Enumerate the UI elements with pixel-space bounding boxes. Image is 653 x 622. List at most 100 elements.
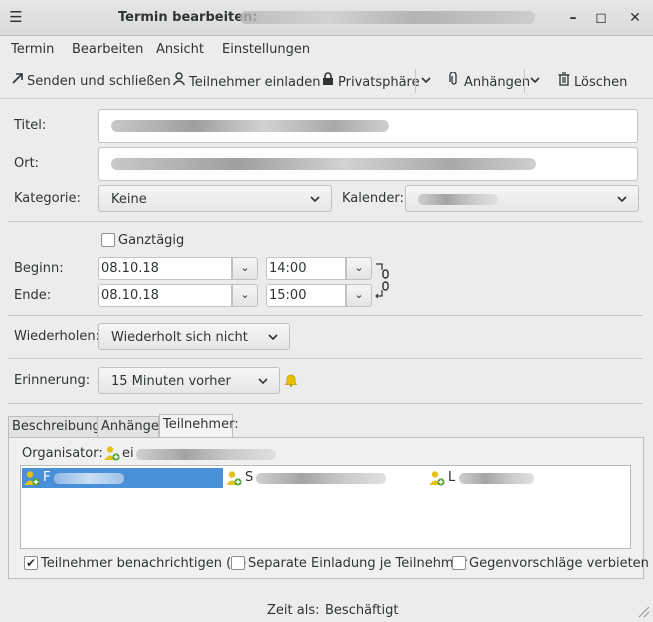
delete-label: Löschen (574, 75, 628, 90)
person-add-icon (429, 470, 445, 486)
attendee-name-redacted (459, 473, 534, 484)
separate-invite-checkbox[interactable] (231, 556, 245, 570)
location-input[interactable] (98, 147, 638, 181)
delete-button[interactable]: Löschen (557, 72, 627, 90)
reminder-label: Erinnerung: (14, 373, 91, 388)
end-label: Ende: (14, 288, 52, 303)
end-date-value: 08.10.18 (101, 288, 159, 303)
attendee-name-redacted (256, 473, 386, 484)
end-date-dropdown-button[interactable]: ⌄ (232, 284, 258, 307)
attendee-item[interactable]: S (226, 468, 426, 488)
person-add-icon (24, 470, 40, 486)
title-label: Titel: (14, 118, 47, 133)
attach-dropdown-chevron-icon[interactable] (529, 70, 541, 93)
chevron-down-icon (309, 190, 321, 211)
minimize-icon[interactable]: – (563, 8, 583, 28)
window-title-redacted (240, 11, 535, 24)
end-date-input[interactable]: 08.10.18 (98, 284, 232, 307)
start-date-value: 08.10.18 (101, 261, 159, 276)
allday-label: Ganztägig (118, 233, 185, 248)
separator (8, 315, 643, 316)
trash-icon (557, 72, 571, 90)
chevron-down-icon (267, 328, 279, 349)
category-label: Kategorie: (14, 191, 81, 206)
separator (8, 221, 643, 222)
location-label: Ort: (14, 156, 40, 171)
menu-ansicht[interactable]: Ansicht (156, 42, 204, 57)
title-bar: ☰ Termin bearbeiten: – ◻ ✕ (0, 0, 653, 36)
disallow-counter-label: Gegenvorschläge verbieten (469, 556, 649, 571)
toolbar-separator (415, 69, 416, 93)
menu-einstellungen[interactable]: Einstellungen (222, 42, 310, 57)
reminder-select[interactable]: 15 Minuten vorher (98, 367, 280, 394)
lock-icon (321, 72, 335, 90)
close-icon[interactable]: ✕ (625, 8, 645, 28)
tab-attendees[interactable]: Teilnehmer: (159, 414, 239, 439)
repeat-select[interactable]: Wiederholt sich nicht (98, 323, 290, 350)
attach-button[interactable]: Anhängen (447, 71, 530, 90)
privacy-button[interactable]: Privatsphäre (321, 72, 420, 90)
window-menu-icon[interactable]: ☰ (8, 9, 24, 25)
calendar-value-redacted (418, 194, 498, 205)
attendee-list[interactable]: F S L (20, 465, 631, 549)
title-input[interactable] (98, 109, 638, 143)
chevron-down-icon: ⌄ (354, 261, 364, 274)
start-time-dropdown-button[interactable]: ⌄ (346, 257, 372, 280)
toolbar: Senden und schließen Teilnehmer einladen… (0, 63, 653, 99)
organizer-label: Organisator: (22, 446, 103, 461)
send-close-label: Senden und schließen (27, 74, 171, 89)
privacy-label: Privatsphäre (338, 75, 420, 90)
location-value-redacted (111, 158, 536, 170)
chevron-down-icon: ⌄ (240, 261, 250, 274)
separator (8, 358, 643, 359)
status-bar: Zeit als: Beschäftigt (0, 598, 653, 622)
invite-button[interactable]: Teilnehmer einladen (172, 72, 321, 90)
separator (8, 403, 643, 404)
repeat-value: Wiederholt sich nicht (111, 330, 248, 345)
menu-termin[interactable]: Termin (11, 42, 54, 57)
maximize-icon[interactable]: ◻ (591, 8, 611, 28)
tab-attachments[interactable]: Anhänge: (97, 416, 163, 438)
notify-checkbox[interactable]: ✔ (24, 556, 38, 570)
end-time-value: 15:00 (269, 288, 307, 303)
calendar-select[interactable] (405, 185, 639, 212)
menu-bearbeiten[interactable]: Bearbeiten (72, 42, 143, 57)
chevron-down-icon (257, 372, 269, 393)
end-time-input[interactable]: 15:00 (266, 284, 346, 307)
separate-invite-label: Separate Einladung je Teilnehmer (248, 556, 467, 571)
end-time-dropdown-button[interactable]: ⌄ (346, 284, 372, 307)
start-date-dropdown-button[interactable]: ⌄ (232, 257, 258, 280)
tab-description[interactable]: Beschreibung: (8, 416, 105, 438)
window-title: Termin bearbeiten: (118, 10, 258, 25)
attendee-name-redacted (54, 473, 124, 484)
notify-label: Teilnehmer benachrichtigen (Q) (41, 556, 247, 571)
send-icon (10, 72, 24, 89)
person-add-icon (104, 445, 120, 461)
attendee-initial: F (43, 470, 51, 485)
show-as-label: Zeit als: (267, 603, 320, 618)
person-add-icon (226, 470, 242, 486)
add-person-icon (172, 72, 186, 90)
show-as-value[interactable]: Beschäftigt (325, 603, 398, 618)
start-time-input[interactable]: 14:00 (266, 257, 346, 280)
reminder-value: 15 Minuten vorher (111, 374, 231, 389)
resize-grip-icon[interactable] (636, 604, 650, 618)
attendee-item[interactable]: F (22, 468, 223, 488)
repeat-label: Wiederholen: (14, 329, 100, 344)
attendee-initial: S (245, 470, 254, 485)
title-value-redacted (111, 120, 389, 132)
chevron-down-icon: ⌄ (354, 288, 364, 301)
organizer-email-redacted (136, 449, 276, 460)
attendee-item[interactable]: L (429, 468, 629, 488)
allday-checkbox[interactable] (101, 233, 115, 247)
category-select[interactable]: Keine (98, 185, 332, 212)
toolbar-separator (524, 69, 525, 93)
organizer-value: ei (122, 446, 134, 461)
calendar-label: Kalender: (342, 191, 404, 206)
link-times-icon[interactable] (375, 262, 393, 302)
start-date-input[interactable]: 08.10.18 (98, 257, 232, 280)
invite-label: Teilnehmer einladen (189, 75, 321, 90)
send-close-button[interactable]: Senden und schließen (10, 72, 171, 89)
privacy-dropdown-chevron-icon[interactable] (420, 70, 432, 93)
disallow-counter-checkbox[interactable] (452, 556, 466, 570)
